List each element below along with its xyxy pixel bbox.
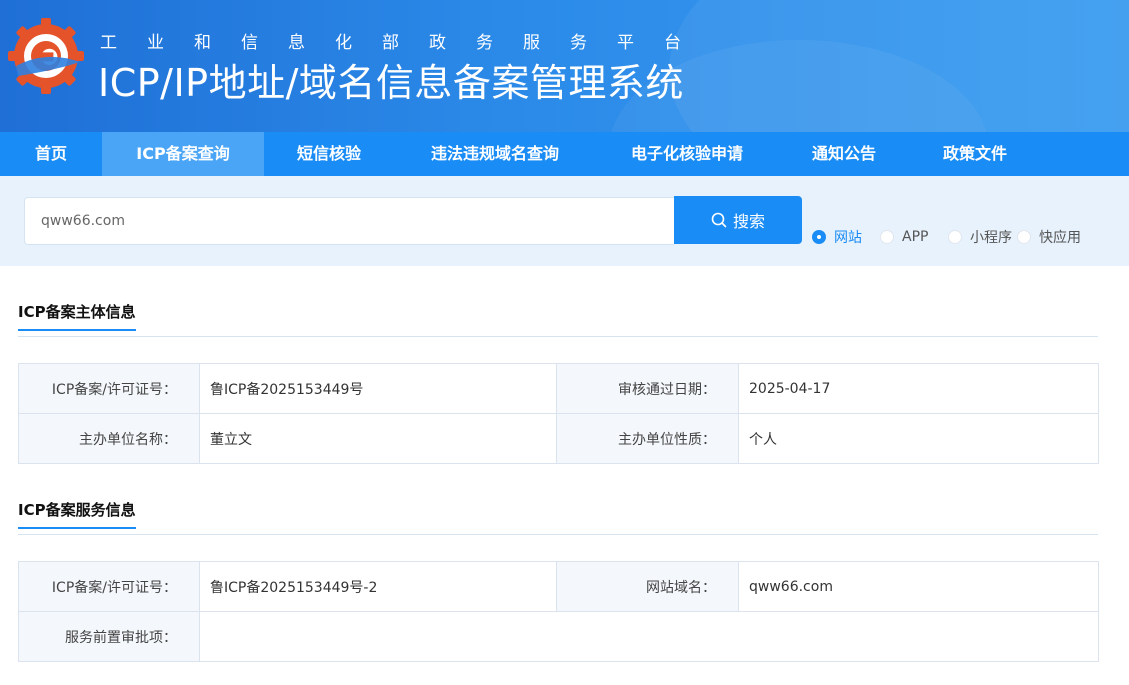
search-icon — [711, 212, 727, 228]
org-name-value: 董立文 — [199, 413, 557, 464]
radio-website[interactable]: 网站 — [812, 228, 862, 246]
org-name-label: 主办单位名称： — [18, 413, 200, 464]
page-title: ICP/IP地址/域名信息备案管理系统 — [98, 61, 684, 105]
license-label: ICP备案/许可证号： — [18, 363, 200, 414]
org-type-value: 个人 — [738, 413, 1099, 464]
nav-item-icp-query[interactable]: ICP备案查询 — [102, 132, 264, 176]
radio-label: 小程序 — [970, 230, 1012, 246]
search-button[interactable]: 搜索 — [674, 196, 802, 244]
domain-value: qww66.com — [738, 561, 1099, 612]
approve-date-value: 2025-04-17 — [738, 363, 1099, 414]
search-area: 搜索 网站 APP 小程序 快应用 — [0, 176, 1129, 266]
search-input[interactable] — [24, 197, 674, 245]
table-row: ICP备案/许可证号： 鲁ICP备2025153449号-2 网站域名： qww… — [18, 561, 1099, 612]
org-type-label: 主办单位性质： — [556, 413, 739, 464]
service-info-table: ICP备案/许可证号： 鲁ICP备2025153449号-2 网站域名： qww… — [18, 561, 1099, 662]
subject-info-table: ICP备案/许可证号： 鲁ICP备2025153449号 审核通过日期： 202… — [18, 363, 1099, 464]
service-license-value: 鲁ICP备2025153449号-2 — [199, 561, 557, 612]
nav-item-e-verify[interactable]: 电子化核验申请 — [596, 132, 778, 176]
section-title-service: ICP备案服务信息 — [18, 499, 136, 529]
domain-label: 网站域名： — [556, 561, 739, 612]
table-row: 服务前置审批项： — [18, 611, 1099, 662]
radio-label: 网站 — [834, 230, 862, 246]
search-button-label: 搜索 — [732, 212, 765, 231]
radio-app[interactable]: APP — [880, 228, 928, 246]
preapproval-value — [199, 611, 1099, 662]
approve-date-label: 审核通过日期： — [556, 363, 739, 414]
radio-quick-app[interactable]: 快应用 — [1017, 228, 1081, 246]
nav-item-home[interactable]: 首页 — [0, 132, 102, 176]
section-title-subject: ICP备案主体信息 — [18, 301, 136, 331]
table-row: 主办单位名称： 董立文 主办单位性质： 个人 — [18, 413, 1099, 464]
platform-subtitle: 工业和信息化部政务服务平台 — [100, 33, 711, 53]
nav-item-sms-verify[interactable]: 短信核验 — [264, 132, 394, 176]
main-nav: 首页 ICP备案查询 短信核验 违法违规域名查询 电子化核验申请 通知公告 政策… — [0, 132, 1129, 176]
table-row: ICP备案/许可证号： 鲁ICP备2025153449号 审核通过日期： 202… — [18, 363, 1099, 414]
license-value: 鲁ICP备2025153449号 — [199, 363, 557, 414]
nav-item-policies[interactable]: 政策文件 — [910, 132, 1040, 176]
page-header: 工业和信息化部政务服务平台 ICP/IP地址/域名信息备案管理系统 — [0, 0, 1129, 132]
radio-label: 快应用 — [1039, 230, 1081, 246]
radio-indicator — [948, 230, 962, 244]
section-divider — [18, 534, 1098, 535]
nav-item-notices[interactable]: 通知公告 — [778, 132, 910, 176]
service-license-label: ICP备案/许可证号： — [18, 561, 200, 612]
radio-indicator — [880, 230, 894, 244]
radio-indicator — [1017, 230, 1031, 244]
gov-logo-icon — [8, 18, 84, 94]
radio-label: APP — [902, 229, 929, 245]
section-divider — [18, 336, 1098, 337]
preapproval-label: 服务前置审批项： — [18, 611, 200, 662]
radio-indicator — [812, 230, 826, 244]
radio-mini-program[interactable]: 小程序 — [948, 228, 1012, 246]
nav-item-illegal-domain[interactable]: 违法违规域名查询 — [394, 132, 596, 176]
